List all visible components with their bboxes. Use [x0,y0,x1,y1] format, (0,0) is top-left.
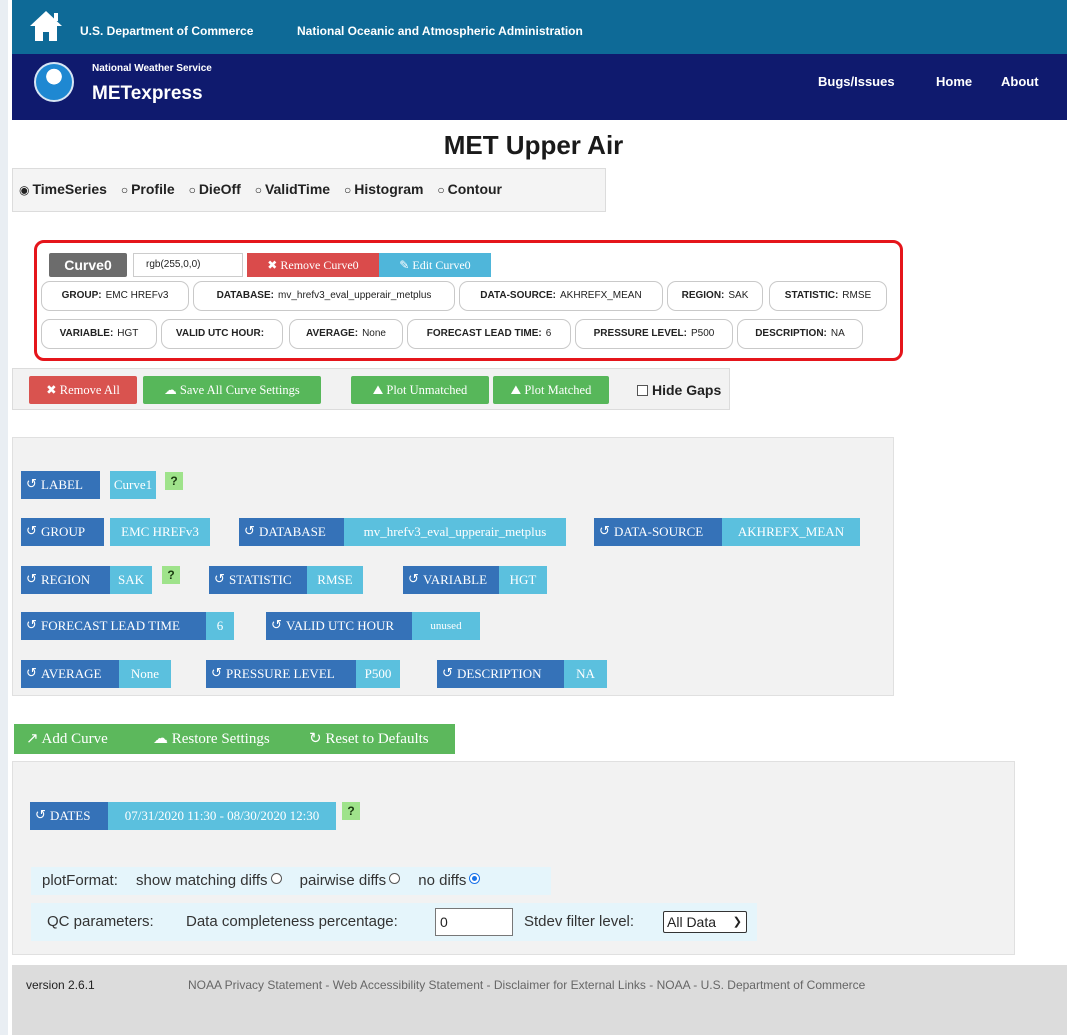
curve-summary: Curve0 rgb(255,0,0) ✖ Remove Curve0 ✎ Ed… [34,240,903,361]
edit-curve-button[interactable]: ✎ Edit Curve0 [379,253,491,277]
area-chart-icon: ⛰ [510,383,522,397]
label-help-icon[interactable]: ? [165,472,183,490]
checkbox-icon [637,385,648,396]
reset-to-defaults-button[interactable]: ↻ Reset to Defaults [309,724,429,754]
save-all-curve-settings-button[interactable]: ☁ Save All Curve Settings [143,376,321,404]
edit-icon: ✎ [399,258,410,272]
close-icon: ✖ [267,258,278,272]
noaa-link[interactable]: National Oceanic and Atmospheric Adminis… [297,24,583,38]
curve-param-valid-utc-hour: VALID UTC HOUR: [161,319,283,349]
cloud-upload-icon: ☁ [164,383,177,397]
plot-type-histogram[interactable]: ○ Histogram [344,181,423,197]
footer-links[interactable]: NOAA Privacy Statement - Web Accessibili… [188,978,865,992]
line-chart-icon: ↗ [26,731,39,747]
curve-param-group: GROUP: EMC HREFv3 [41,281,189,311]
noaa-logo[interactable] [34,62,74,102]
qc-parameters-row: QC parameters: Data completeness percent… [31,903,757,941]
service-name: National Weather Service [92,63,212,74]
nav-home[interactable]: Home [936,74,972,89]
region-help-icon[interactable]: ? [162,566,180,584]
curve-param-forecast-lead: FORECAST LEAD TIME: 6 [407,319,571,349]
radio-icon: ○ [120,183,129,197]
close-icon: ✖ [46,383,57,397]
radio-icon: ○ [254,183,262,197]
dates-panel: DATES 07/31/2020 11:30 - 08/30/2020 12:3… [12,761,1015,955]
radio-checked-icon: ◉ [19,183,30,197]
nav-about[interactable]: About [1001,74,1039,89]
chevron-down-icon: ❯ [732,916,742,928]
dates-help-icon[interactable]: ? [342,802,360,820]
nav-bugs-issues[interactable]: Bugs/Issues [818,74,895,89]
remove-curve-button[interactable]: ✖ Remove Curve0 [247,253,379,277]
curve-name: Curve0 [49,253,127,277]
curve-button-bar: ↗ Add Curve ☁ Restore Settings ↻ Reset t… [14,724,455,754]
completeness-label: Data completeness percentage: [186,913,398,930]
curve-param-database: DATABASE: mv_hrefv3_eval_upperair_metplus [193,281,455,311]
hide-gaps-checkbox[interactable]: Hide Gaps [637,382,721,398]
plot-format-no-diffs[interactable]: no diffs [418,872,481,889]
plot-format-row: plotFormat: show matching diffs pairwise… [31,867,551,895]
footer: version 2.6.1 NOAA Privacy Statement - W… [12,965,1067,1035]
curve-param-data-source: DATA-SOURCE: AKHREFX_MEAN [459,281,663,311]
radio-icon: ○ [188,183,196,197]
qc-label: QC parameters: [47,913,154,930]
plot-action-bar: ✖ Remove All ☁ Save All Curve Settings ⛰… [12,368,730,410]
curve-param-average: AVERAGE: None [289,319,403,349]
plot-format-label: plotFormat: [42,872,118,889]
plot-unmatched-button[interactable]: ⛰ Plot Unmatched [351,376,489,404]
plot-format-show-matching[interactable]: show matching diffs [136,872,282,889]
app-name[interactable]: METexpress [92,83,203,105]
cloud-download-icon: ☁ [153,731,168,747]
radio-icon: ○ [343,183,352,197]
app-header: National Weather Service METexpress Bugs… [12,54,1067,120]
plot-type-profile[interactable]: ○ Profile [121,181,175,197]
curve-parameter-panel: LABEL Curve1 ? GROUP EMC HREFv3 DATABASE… [12,437,894,696]
plot-matched-button[interactable]: ⛰ Plot Matched [493,376,609,404]
version-text: version 2.6.1 [26,978,95,992]
area-chart-icon: ⛰ [372,383,384,397]
curve-param-statistic: STATISTIC: RMSE [769,281,887,311]
home-icon[interactable] [28,9,64,43]
dept-commerce-link[interactable]: U.S. Department of Commerce [80,24,253,38]
curve-param-pressure-level: PRESSURE LEVEL: P500 [575,319,733,349]
plot-type-timeseries[interactable]: ◉ TimeSeries [19,181,107,197]
plot-type-validtime[interactable]: ○ ValidTime [255,181,330,197]
plot-type-contour[interactable]: ○ Contour [437,181,502,197]
plot-format-pairwise[interactable]: pairwise diffs [300,872,401,889]
curve-param-region: REGION: SAK [667,281,763,311]
stdev-select[interactable]: All Data ❯ [663,911,747,933]
radio-icon [270,873,282,884]
curve-color-input[interactable]: rgb(255,0,0) [133,253,243,277]
plot-type-selector: ◉ TimeSeries ○ Profile ○ DieOff ○ ValidTime … [12,168,606,212]
curve-param-description: DESCRIPTION: NA [737,319,863,349]
add-curve-button[interactable]: ↗ Add Curve [26,724,108,754]
stdev-label: Stdev filter level: [524,913,635,930]
refresh-icon: ↻ [309,731,322,747]
radio-checked-icon [469,873,481,884]
restore-settings-button[interactable]: ☁ Restore Settings [153,724,270,754]
radio-icon [389,873,401,884]
curve-param-variable: VARIABLE: HGT [41,319,157,349]
government-header: U.S. Department of Commerce National Oce… [12,0,1067,54]
radio-icon: ○ [437,183,445,197]
page-title: MET Upper Air [443,130,624,160]
plot-type-dieoff[interactable]: ○ DieOff [189,181,241,197]
completeness-input[interactable]: 0 [435,908,513,936]
remove-all-button[interactable]: ✖ Remove All [29,376,137,404]
